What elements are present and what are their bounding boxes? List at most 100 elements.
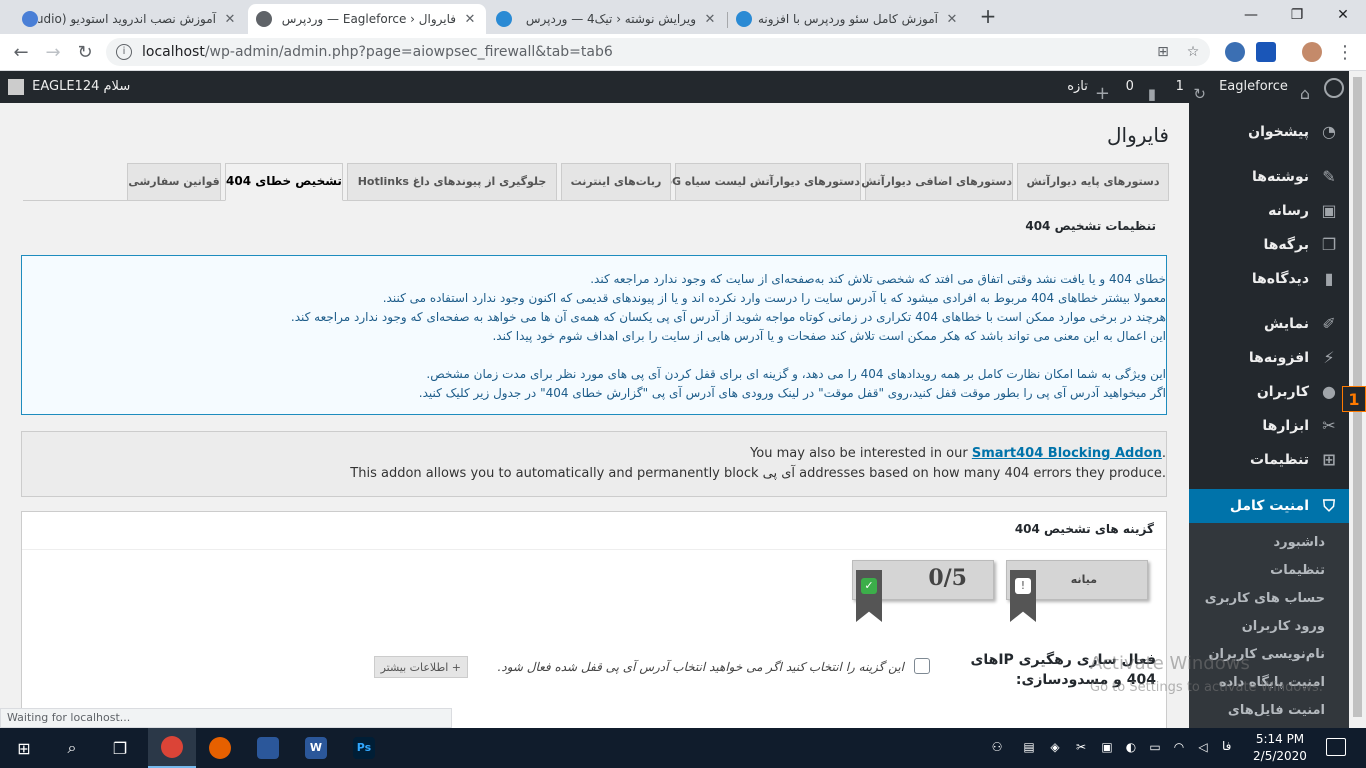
close-icon[interactable]: ✕ xyxy=(222,12,238,27)
new-content-link[interactable]: + تازه xyxy=(1067,71,1110,104)
close-icon[interactable]: ✕ xyxy=(702,12,718,27)
tray-app-icon[interactable]: ◐ xyxy=(1122,738,1140,756)
forward-button[interactable]: → xyxy=(40,40,66,66)
user-icon: ● xyxy=(1322,382,1336,401)
app-taskbar-button[interactable] xyxy=(244,728,292,768)
bookmark-star-icon[interactable]: ☆ xyxy=(1184,44,1202,62)
section-title: تنظیمات تشخیص 404 xyxy=(1025,219,1156,233)
updates-count: 1 xyxy=(1175,79,1184,94)
close-icon[interactable]: ✕ xyxy=(944,12,960,27)
comment-icon: ▮ xyxy=(1324,269,1334,288)
tab-404-detection[interactable]: تشخیص خطای 404 xyxy=(225,163,343,201)
site-name: Eagleforce xyxy=(1219,79,1288,94)
submenu-item-filesystem-security[interactable]: امنیت فایل‌های سیستم xyxy=(1189,697,1349,746)
notification-center-icon[interactable] xyxy=(1326,738,1346,756)
my-account-link[interactable]: سلام EAGLE124 xyxy=(8,71,130,103)
back-button[interactable]: ← xyxy=(8,40,34,66)
tab-basic-firewall[interactable]: دستورهای پایه دیوارآتش xyxy=(1017,163,1169,200)
sidebar-item-users[interactable]: ● کاربران xyxy=(1189,375,1349,409)
sidebar-item-security[interactable]: ⛉امنیت کامل وردپرس xyxy=(1189,489,1349,548)
greeting-text: سلام EAGLE124 xyxy=(32,79,131,94)
activate-windows-watermark: Activate Windows Go to Settings to activ… xyxy=(1090,652,1323,700)
submenu-item-user-accounts[interactable]: حساب های کاربری xyxy=(1189,585,1349,613)
badge-score: 0/5 xyxy=(928,565,967,591)
clock[interactable]: 5:14 PM 2/5/2020 xyxy=(1250,731,1310,765)
info-icon[interactable]: i xyxy=(116,44,132,60)
firewall-tabs: دستورهای پایه دیوارآتش دستورهای اضافی دی… xyxy=(23,163,1169,201)
tray-app-icon[interactable]: ▣ xyxy=(1098,738,1116,756)
comments-link[interactable]: ▮ 0 xyxy=(1126,71,1156,103)
browser-tab[interactable]: ✕ ویرایش نوشته ‹ تیک4 — وردپرس xyxy=(488,4,726,34)
info-line: هرچند در برخی موارد ممکن است با خطاهای 4… xyxy=(290,310,1166,324)
menu-dots-icon[interactable]: ⋮ xyxy=(1332,40,1358,66)
browser-tab[interactable]: ✕ آموزش نصب اندروید استودیو (studio) xyxy=(14,4,246,34)
sidebar-item-settings[interactable]: ⊞ تنظیمات xyxy=(1189,443,1349,477)
more-info-button[interactable]: + اطلاعات بیشتر xyxy=(373,656,468,678)
people-icon[interactable]: ⚇ xyxy=(988,738,1006,756)
task-view-button[interactable]: ❐ xyxy=(96,728,144,768)
tray-app-icon[interactable]: ◈ xyxy=(1046,738,1064,756)
tab-additional-firewall[interactable]: دستورهای اضافی دیوارآتش xyxy=(861,163,1013,200)
start-button[interactable]: ⊞ xyxy=(0,728,48,768)
maximize-button[interactable]: ❐ xyxy=(1274,0,1320,32)
photoshop-icon: Ps xyxy=(353,737,375,759)
sidebar-item-media[interactable]: ▣ رسانه xyxy=(1189,194,1349,228)
submenu-item-settings[interactable]: تنظیمات xyxy=(1189,557,1349,585)
watermark-line2: Go to Settings to activate Windows. xyxy=(1090,680,1323,695)
close-icon[interactable]: ✕ xyxy=(462,12,478,27)
main-content: فایروال دستورهای پایه دیوارآتش دستورهای … xyxy=(0,103,1189,728)
info-line: خطای 404 و یا یافت نشد وقتی اتفاق می افت… xyxy=(590,272,1166,286)
volume-icon[interactable]: ◁ xyxy=(1194,738,1212,756)
browser-tab-active[interactable]: ✕ فایروال ‹ Eagleforce — وردپرس xyxy=(248,4,486,34)
submenu-item-user-login[interactable]: ورود کاربران xyxy=(1189,613,1349,641)
extension-icon[interactable] xyxy=(1256,42,1276,62)
tab-custom-rules[interactable]: قوانین سفارشی xyxy=(127,163,221,200)
home-icon: ⌂ xyxy=(1299,83,1310,103)
sidebar-item-comments[interactable]: ▮ دیدگاه‌ها xyxy=(1189,262,1349,296)
updates-link[interactable]: ↻ 1 xyxy=(1176,71,1206,103)
tab-title: آموزش کامل سئو وردپرس با افزونه xyxy=(757,12,938,26)
profile-avatar[interactable] xyxy=(1302,42,1322,62)
firefox-taskbar-button[interactable] xyxy=(196,728,244,768)
submenu-item-dashboard[interactable]: داشبورد xyxy=(1189,529,1349,557)
pages-icon: ❐ xyxy=(1321,235,1337,254)
sidebar-item-dashboard[interactable]: ◔ پیشخوان xyxy=(1189,115,1349,149)
tab-title: آموزش نصب اندروید استودیو (studio) xyxy=(38,12,216,26)
translate-icon[interactable]: ⊞ xyxy=(1154,44,1172,62)
tray-app-icon[interactable]: ▤ xyxy=(1020,738,1038,756)
options-postbox: گزینه های تشخیص 404 میانه ! 0/5 ✓ فعال س… xyxy=(21,511,1167,728)
address-bar[interactable]: i localhost/wp-admin/admin.php?page=aiow… xyxy=(106,38,1210,66)
tab-hotlinks[interactable]: جلوگیری از پیوندهای داغ Hotlinks xyxy=(347,163,557,200)
sidebar-item-pages[interactable]: ❐ برگه‌ها xyxy=(1189,228,1349,262)
wordpress-logo-icon[interactable] xyxy=(1324,78,1344,98)
watermark-line1: Activate Windows xyxy=(1090,653,1250,674)
sidebar-item-posts[interactable]: ✎ نوشته‌ها xyxy=(1189,160,1349,194)
new-tab-button[interactable]: + xyxy=(978,6,998,26)
tray-app-icon[interactable]: ✂ xyxy=(1072,738,1090,756)
browser-tab-strip: ✕ آموزش نصب اندروید استودیو (studio) ✕ ف… xyxy=(0,0,1366,34)
tab-internet-bots[interactable]: ربات‌های اینترنت xyxy=(561,163,671,200)
language-indicator[interactable]: فا xyxy=(1222,739,1231,753)
search-button[interactable]: ⌕ xyxy=(48,728,96,768)
enable-404-lockout-checkbox[interactable] xyxy=(914,658,930,674)
sidebar-item-appearance[interactable]: ✐ نمایش xyxy=(1189,307,1349,341)
browser-tab[interactable]: ✕ آموزش کامل سئو وردپرس با افزونه xyxy=(728,4,968,34)
close-window-button[interactable]: ✕ xyxy=(1320,0,1366,32)
sidebar-item-plugins[interactable]: ⚡ افزونه‌ها xyxy=(1189,341,1349,375)
extension-icon[interactable] xyxy=(1225,42,1245,62)
minimize-button[interactable]: — xyxy=(1228,0,1274,32)
battery-icon[interactable]: ▭ xyxy=(1146,738,1164,756)
addon-link[interactable]: Smart404 Blocking Addon xyxy=(972,446,1162,461)
tab-6g-blacklist[interactable]: دستورهای دیوارآتش لیست سیاه 6G xyxy=(664,163,861,200)
site-name-link[interactable]: ⌂ Eagleforce xyxy=(1219,71,1310,103)
chrome-taskbar-button[interactable] xyxy=(148,728,196,768)
floating-badge[interactable]: 1 xyxy=(1342,386,1366,412)
word-taskbar-button[interactable]: W xyxy=(292,728,340,768)
photoshop-taskbar-button[interactable]: Ps xyxy=(340,728,388,768)
wordpress-favicon-icon xyxy=(736,11,752,27)
wifi-icon[interactable]: ◠ xyxy=(1170,738,1188,756)
reload-button[interactable]: ↻ xyxy=(72,40,98,66)
info-line: این اعمال به این معنی می تواند باشد که ه… xyxy=(492,329,1166,343)
search-icon: ⌕ xyxy=(67,738,77,757)
sidebar-item-tools[interactable]: ✂ ابزارها xyxy=(1189,409,1349,443)
